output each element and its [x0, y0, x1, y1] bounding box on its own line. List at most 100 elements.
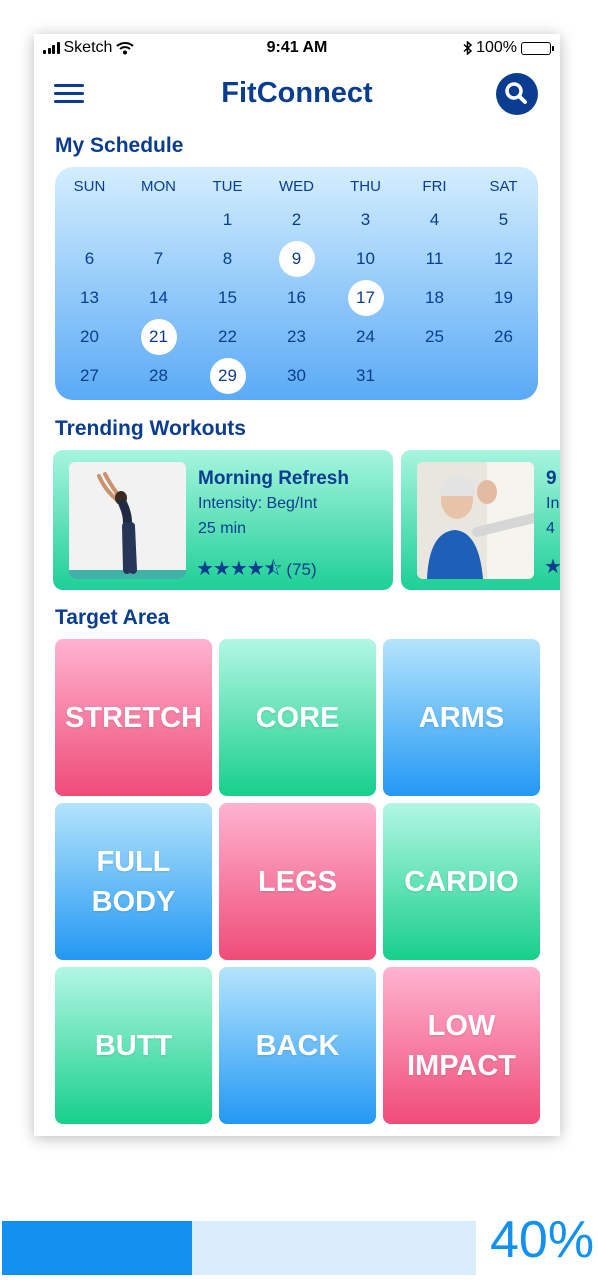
workout-rating: ★ — [544, 554, 560, 579]
target-tile-label: LOW IMPACT — [406, 1009, 516, 1082]
calendar-day[interactable]: 13 — [55, 280, 124, 314]
target-tile-butt[interactable]: BUTT — [55, 967, 212, 1124]
calendar-day[interactable]: 31 — [331, 358, 400, 392]
trending-heading: Trending Workouts — [55, 417, 246, 440]
progress-bar-fill — [2, 1221, 192, 1275]
workout-card[interactable]: 9 In 4 ★ — [401, 450, 560, 590]
target-tile-stretch[interactable]: STRETCH — [55, 639, 212, 796]
calendar-day[interactable]: 7 — [124, 241, 193, 275]
calendar-day-number: 12 — [494, 249, 513, 268]
calendar-day-number: 8 — [222, 249, 233, 268]
calendar-day[interactable]: 8 — [193, 241, 262, 275]
calendar-day-number: 24 — [356, 327, 375, 346]
calendar-day[interactable]: 24 — [331, 319, 400, 353]
calendar-day-number: 22 — [218, 327, 237, 346]
calendar-day[interactable]: 28 — [124, 358, 193, 392]
calendar-day-number: 3 — [360, 210, 371, 229]
target-tile-label: STRETCH — [65, 701, 202, 734]
calendar-day[interactable]: 15 — [193, 280, 262, 314]
calendar-day[interactable]: 14 — [124, 280, 193, 314]
progress-label: 40% — [490, 1211, 595, 1269]
calendar-day-number: 18 — [425, 288, 444, 307]
calendar-day[interactable]: 17 — [331, 280, 400, 316]
workout-intensity: In — [546, 495, 560, 512]
battery-icon — [521, 41, 554, 55]
calendar-day-number: 25 — [425, 327, 444, 346]
target-tile-label: BACK — [255, 1029, 340, 1062]
calendar-day-number: 29 — [209, 358, 246, 394]
review-count: (75) — [286, 560, 317, 579]
calendar-day[interactable]: 6 — [55, 241, 124, 275]
workout-name: Morning Refresh — [198, 468, 349, 489]
calendar-day-number: 17 — [347, 280, 384, 316]
app-title: FitConnect — [221, 77, 373, 109]
calendar-day-number: 20 — [80, 327, 99, 346]
calendar-day[interactable]: 4 — [400, 202, 469, 236]
weekday-label: SUN — [73, 178, 106, 195]
calendar-day[interactable]: 22 — [193, 319, 262, 353]
workout-card[interactable]: Morning Refresh Intensity: Beg/Int 25 mi… — [53, 450, 393, 590]
calendar-day[interactable]: 16 — [262, 280, 331, 314]
target-tile-cardio[interactable]: CARDIO — [383, 803, 540, 960]
target-tile-full-body[interactable]: FULL BODY — [55, 803, 212, 960]
target-tile-legs[interactable]: LEGS — [219, 803, 376, 960]
calendar-day[interactable]: 20 — [55, 319, 124, 353]
calendar-day-number: 15 — [218, 288, 237, 307]
target-tile-label: CORE — [255, 701, 340, 734]
weekday-label: FRI — [422, 178, 447, 195]
calendar-day[interactable]: 2 — [262, 202, 331, 236]
status-bar: Sketch 9:41 AM 100% — [34, 34, 560, 62]
calendar-day-number: 30 — [287, 366, 306, 385]
calendar-day[interactable]: 5 — [469, 202, 538, 236]
target-tile-core[interactable]: CORE — [219, 639, 376, 796]
calendar-day[interactable]: 3 — [331, 202, 400, 236]
calendar-day-number: 6 — [84, 249, 95, 268]
weekday-label: THU — [350, 178, 381, 195]
calendar-day[interactable]: 25 — [400, 319, 469, 353]
calendar-day[interactable]: 1 — [193, 202, 262, 236]
weekday-label: WED — [279, 178, 314, 195]
calendar-day-number: 11 — [425, 249, 444, 268]
target-tile-low-impact[interactable]: LOW IMPACT — [383, 967, 540, 1124]
calendar-day[interactable]: 23 — [262, 319, 331, 353]
calendar-day[interactable]: 10 — [331, 241, 400, 275]
target-tile-label: FULL BODY — [91, 845, 176, 918]
calendar-day[interactable]: 12 — [469, 241, 538, 275]
search-icon — [505, 82, 527, 104]
workout-duration: 4 — [546, 520, 555, 537]
calendar-day-number: 10 — [356, 249, 375, 268]
search-button[interactable] — [496, 73, 538, 115]
workout-name: 9 — [546, 468, 557, 489]
star-rating-icons: ★★★★⯪ — [196, 558, 283, 580]
target-tile-back[interactable]: BACK — [219, 967, 376, 1124]
weekday-label: SAT — [489, 178, 518, 195]
calendar-day[interactable]: 29 — [193, 358, 262, 394]
workout-rating: ★★★★⯪ (75) — [196, 554, 317, 588]
workout-duration: 25 min — [198, 520, 247, 537]
calendar-day-number: 21 — [140, 319, 177, 355]
calendar-day-number: 26 — [494, 327, 513, 346]
calendar-day[interactable]: 9 — [262, 241, 331, 277]
calendar-day[interactable]: 27 — [55, 358, 124, 392]
weekday-label: MON — [141, 178, 176, 195]
calendar-day[interactable]: 18 — [400, 280, 469, 314]
calendar-day-number: 9 — [278, 241, 315, 277]
calendar-day[interactable]: 19 — [469, 280, 538, 314]
schedule-heading: My Schedule — [55, 134, 184, 157]
calendar-day-number: 28 — [149, 366, 168, 385]
target-area-heading: Target Area — [55, 606, 170, 629]
target-tile-arms[interactable]: ARMS — [383, 639, 540, 796]
calendar: SUN MON TUE WED THU FRI SAT 1 2 3 4 5 6 7 8 9 10 11 12 13 14… — [55, 167, 538, 400]
star-rating-icons: ★ — [544, 556, 560, 578]
calendar-day[interactable]: 21 — [124, 319, 193, 355]
calendar-day[interactable]: 11 — [400, 241, 469, 275]
target-tile-label: CARDIO — [404, 865, 519, 898]
target-tile-label: ARMS — [418, 701, 505, 734]
calendar-day-number: 7 — [153, 249, 164, 268]
progress-bar — [2, 1221, 476, 1275]
calendar-day[interactable]: 30 — [262, 358, 331, 392]
calendar-day-number: 2 — [291, 210, 302, 229]
calendar-day[interactable]: 26 — [469, 319, 538, 353]
calendar-day-number: 13 — [80, 288, 99, 307]
calendar-day-number: 4 — [429, 210, 440, 229]
